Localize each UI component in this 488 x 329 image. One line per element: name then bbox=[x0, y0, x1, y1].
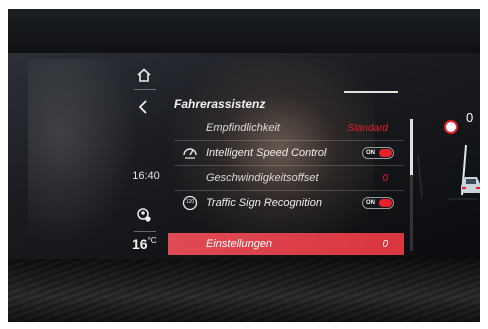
temperature[interactable]: 16°C bbox=[132, 236, 157, 252]
sidebar: 16:40 16°C bbox=[126, 53, 166, 259]
row-divider bbox=[174, 165, 404, 166]
car-icon bbox=[456, 172, 480, 196]
toggle-knob bbox=[379, 199, 392, 207]
row-traffic-sign-recognition[interactable]: 120 Traffic Sign Recognition ON bbox=[168, 192, 404, 214]
toggle-state: ON bbox=[366, 150, 375, 156]
temperature-unit: °C bbox=[147, 236, 157, 245]
row-label: Empfindlichkeit bbox=[206, 122, 280, 134]
row-label: Geschwindigkeitsoffset bbox=[206, 172, 319, 184]
glare bbox=[28, 59, 138, 249]
home-icon[interactable] bbox=[132, 63, 156, 87]
row-intelligent-speed-control[interactable]: Intelligent Speed Control ON bbox=[168, 142, 404, 164]
speed-control-toggle[interactable]: ON bbox=[362, 147, 394, 159]
row-divider bbox=[174, 140, 404, 141]
row-geschwindigkeitsoffset[interactable]: Geschwindigkeitsoffset 0 bbox=[168, 167, 404, 189]
sidebar-divider bbox=[134, 231, 156, 232]
traffic-sign-icon: 120 bbox=[182, 195, 198, 211]
speed-limit-sign-icon bbox=[444, 120, 458, 134]
driver-profile-icon[interactable] bbox=[132, 203, 156, 227]
menu-title: Fahrerassistenz bbox=[174, 97, 266, 111]
dashboard-bezel bbox=[8, 9, 480, 55]
row-label: Einstellungen bbox=[206, 238, 273, 250]
chevron-left-icon[interactable] bbox=[132, 95, 156, 119]
row-label: Intelligent Speed Control bbox=[206, 147, 327, 159]
row-value: 0 bbox=[382, 172, 388, 184]
row-empfindlichkeit[interactable]: Empfindlichkeit Standard bbox=[168, 117, 404, 139]
toggle-state: ON bbox=[366, 200, 375, 206]
row-label: Traffic Sign Recognition bbox=[206, 197, 322, 209]
traffic-sign-toggle[interactable]: ON bbox=[362, 197, 394, 209]
page-indicator bbox=[344, 91, 398, 93]
display-frame: 16:40 16°C Fahrerassistenz Empfindlichke… bbox=[8, 9, 480, 322]
row-value: 0 bbox=[382, 238, 388, 250]
toggle-knob bbox=[379, 149, 392, 157]
clock: 16:40 bbox=[132, 170, 160, 182]
cluster-speed: 0 bbox=[466, 110, 474, 125]
dashboard-trim bbox=[8, 259, 480, 322]
sidebar-divider bbox=[134, 89, 156, 90]
speed-control-icon bbox=[182, 145, 198, 161]
row-einstellungen[interactable]: Einstellungen 0 bbox=[168, 233, 404, 255]
driver-assistance-menu: Fahrerassistenz Empfindlichkeit Standard… bbox=[168, 89, 413, 259]
row-value: Standard bbox=[347, 122, 388, 134]
traffic-sign-icon-text: 120 bbox=[185, 199, 195, 205]
row-divider bbox=[174, 190, 404, 191]
temperature-value: 16 bbox=[132, 236, 148, 252]
